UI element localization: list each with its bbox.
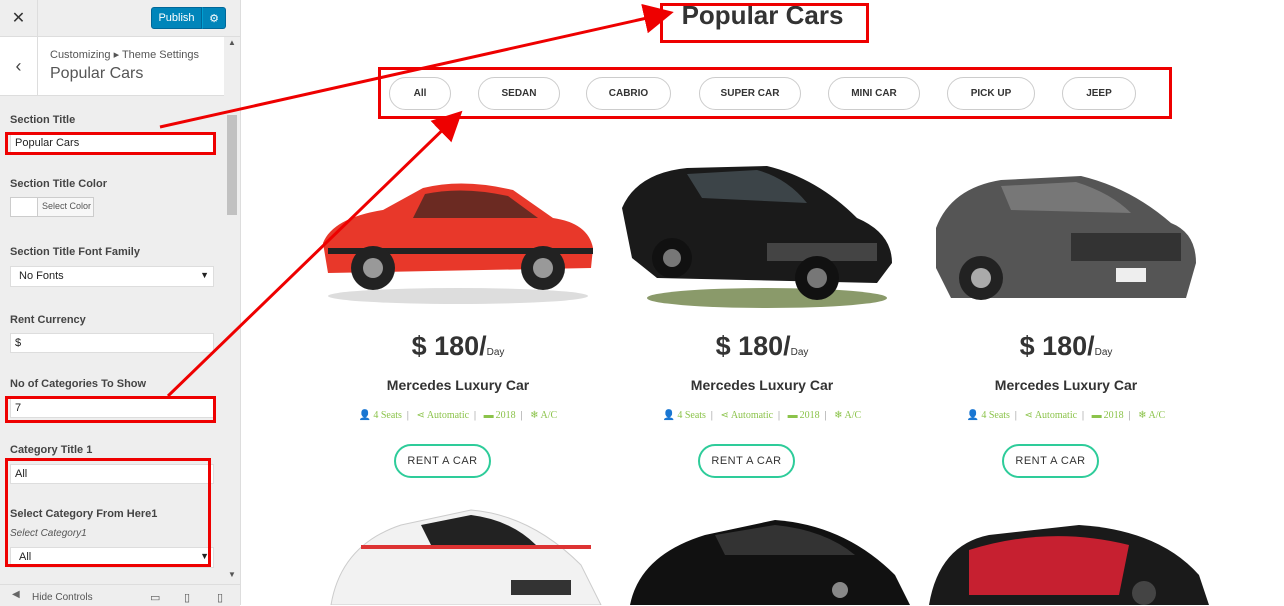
ac-value: A/C (540, 410, 558, 421)
divider: | (406, 410, 409, 421)
seats-value: 4 Seats (373, 410, 402, 421)
categories-count-label: No of Categories To Show (10, 378, 147, 390)
transmission-value: Automatic (1034, 410, 1078, 421)
transmission-value: Automatic (730, 410, 774, 421)
price-value: $ 180/ (1019, 331, 1095, 361)
divider: | (778, 410, 781, 421)
scroll-down-icon[interactable]: ▼ (228, 570, 236, 579)
font-family-label: Section Title Font Family (10, 246, 140, 258)
divider: | (824, 410, 827, 421)
collapse-icon[interactable]: ◀ (12, 589, 20, 600)
divider: | (1082, 410, 1085, 421)
annotation-box (5, 396, 216, 423)
share-icon: ⋖ (416, 410, 425, 421)
car-icon: ▬ (787, 410, 798, 421)
divider: | (1014, 410, 1017, 421)
seats-value: 4 Seats (981, 410, 1010, 421)
price-unit: Day (486, 347, 505, 358)
rent-currency-label: Rent Currency (10, 314, 86, 326)
car-name: Mercedes Luxury Car (690, 377, 834, 393)
snowflake-icon: ❄ (530, 410, 539, 421)
dropdown-arrow-icon: ▼ (200, 270, 209, 280)
price-value: $ 180/ (411, 331, 487, 361)
select-color-label: Select Color (42, 201, 92, 211)
user-icon: 👤 (358, 410, 372, 421)
font-family-value: No Fonts (19, 270, 64, 282)
seats-value: 4 Seats (677, 410, 706, 421)
tablet-preview-icon[interactable]: ▯ (184, 591, 190, 604)
close-icon: ✕ (11, 10, 26, 27)
annotation-box (378, 67, 1172, 119)
desktop-preview-icon[interactable]: ▭ (150, 591, 160, 604)
share-icon: ⋖ (1024, 410, 1033, 421)
share-icon: ⋖ (720, 410, 729, 421)
car-name: Mercedes Luxury Car (994, 377, 1138, 393)
user-icon: 👤 (662, 410, 676, 421)
car-price: $ 180/Day (617, 331, 907, 362)
car-specs: 👤 4 Seats | ⋖ Automatic | ▬ 2018 | ❄ A/C (313, 410, 603, 421)
transmission-value: Automatic (426, 410, 470, 421)
rent-currency-input[interactable]: $ (10, 333, 214, 353)
divider: | (710, 410, 713, 421)
car-icon: ▬ (1091, 410, 1102, 421)
car-name: Mercedes Luxury Car (386, 377, 530, 393)
publish-button[interactable]: Publish (151, 7, 202, 29)
divider: | (1128, 410, 1131, 421)
year-value: 2018 (799, 410, 820, 421)
car-card: $ 180/Day Mercedes Luxury Car 👤 4 Seats | … (313, 148, 603, 488)
section-title-label: Section Title (10, 114, 76, 126)
car-image (330, 509, 602, 605)
annotation-box (660, 3, 869, 43)
panel-title: Popular Cars (50, 65, 144, 82)
select-color-button[interactable]: Select Color (10, 197, 94, 217)
car-image (323, 183, 593, 304)
price-unit: Day (790, 347, 809, 358)
year-value: 2018 (495, 410, 516, 421)
price-unit: Day (1094, 347, 1113, 358)
annotation-box (5, 458, 211, 567)
section-title-color-label: Section Title Color (10, 178, 107, 190)
snowflake-icon: ❄ (1138, 410, 1147, 421)
breadcrumb: Customizing ▸ Theme Settings (50, 49, 199, 61)
car-image (929, 525, 1209, 605)
rent-a-car-button[interactable]: RENT A CAR (698, 444, 795, 478)
price-value: $ 180/ (715, 331, 791, 361)
ac-value: A/C (1148, 410, 1166, 421)
car-price: $ 180/Day (313, 331, 603, 362)
back-button[interactable]: ‹ (0, 37, 38, 95)
divider: | (474, 410, 477, 421)
rent-a-car-button[interactable]: RENT A CAR (394, 444, 491, 478)
snowflake-icon: ❄ (834, 410, 843, 421)
car-icon: ▬ (483, 410, 494, 421)
car-specs: 👤 4 Seats | ⋖ Automatic | ▬ 2018 | ❄ A/C (617, 410, 907, 421)
sidebar-scroll-thumb[interactable] (227, 115, 237, 215)
annotation-box (5, 132, 216, 155)
scroll-up-icon[interactable]: ▲ (228, 38, 236, 47)
gear-icon: ⚙ (209, 12, 219, 25)
rent-a-car-button[interactable]: RENT A CAR (1002, 444, 1099, 478)
car-image (622, 166, 892, 308)
divider: | (520, 410, 523, 421)
chevron-left-icon: ‹ (15, 55, 22, 76)
font-family-select[interactable]: No Fonts ▼ (10, 266, 214, 287)
user-icon: 👤 (966, 410, 980, 421)
ac-value: A/C (844, 410, 862, 421)
close-button[interactable]: ✕ (0, 0, 38, 36)
color-swatch (11, 198, 38, 216)
year-value: 2018 (1103, 410, 1124, 421)
customizer-topbar: ✕ Publish ⚙ (0, 0, 240, 37)
section-header: ‹ Customizing ▸ Theme Settings Popular C… (0, 37, 224, 96)
car-image (936, 176, 1196, 300)
hide-controls-button[interactable]: Hide Controls (32, 592, 93, 603)
car-card: $ 180/Day Mercedes Luxury Car 👤 4 Seats | … (617, 148, 907, 488)
mobile-preview-icon[interactable]: ▯ (217, 591, 223, 604)
car-image (630, 520, 910, 605)
category-title-label: Category Title 1 (10, 444, 93, 456)
car-card: $ 180/Day Mercedes Luxury Car 👤 4 Seats | … (921, 148, 1211, 488)
car-price: $ 180/Day (921, 331, 1211, 362)
publish-settings-button[interactable]: ⚙ (202, 7, 226, 29)
customizer-footer: ◀ Hide Controls ▭ ▯ ▯ (0, 584, 240, 606)
car-specs: 👤 4 Seats | ⋖ Automatic | ▬ 2018 | ❄ A/C (921, 410, 1211, 421)
